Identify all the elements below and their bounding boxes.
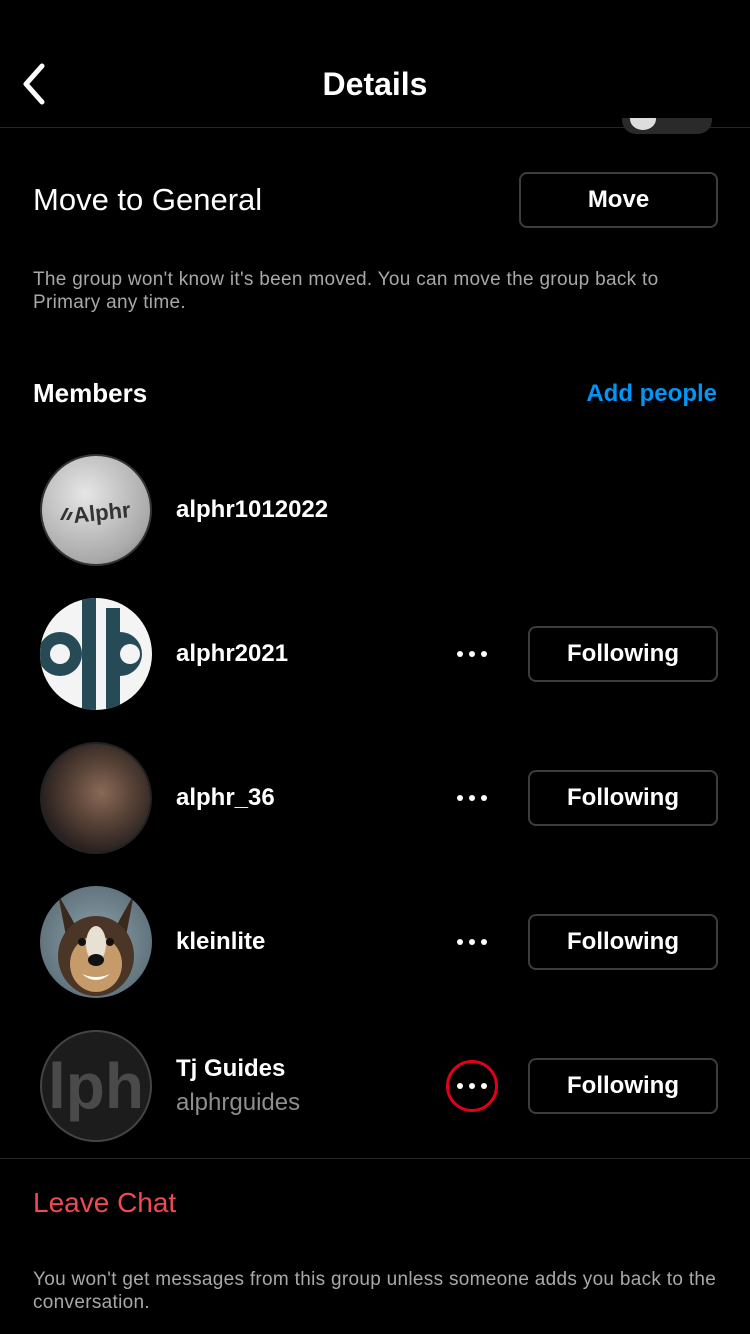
alphr-logo-icon: Alphr	[60, 497, 132, 528]
avatar: lph	[40, 1030, 152, 1142]
add-people-link[interactable]: Add people	[586, 377, 717, 411]
leave-description: You won't get messages from this group u…	[33, 1269, 717, 1313]
move-description: The group won't know it's been moved. Yo…	[33, 269, 659, 313]
more-options-button[interactable]	[446, 916, 498, 968]
svg-text:lph: lph	[48, 1050, 144, 1122]
ellipsis-icon	[457, 939, 487, 945]
member-row[interactable]: alphr_36 Following	[0, 742, 750, 862]
avatar: alp	[40, 598, 152, 710]
more-options-button[interactable]	[446, 772, 498, 824]
member-display-name: Tj Guides	[176, 1055, 286, 1082]
following-button[interactable]: Following	[528, 914, 718, 970]
member-row[interactable]: lph Tj Guides alphrguides Following	[0, 1030, 750, 1150]
following-button[interactable]: Following	[528, 1058, 718, 1114]
move-to-general-label: Move to General	[33, 182, 263, 217]
avatar	[40, 886, 152, 998]
member-username: kleinlite	[176, 928, 266, 955]
member-username: alphrguides	[176, 1089, 301, 1116]
lph-logo-icon: lph	[48, 1050, 144, 1122]
avatar: Alphr	[40, 454, 152, 566]
header-bar: Details	[0, 0, 750, 128]
ellipsis-icon	[457, 795, 487, 801]
svg-text:Alphr: Alphr	[72, 497, 132, 528]
svg-text:alp: alp	[95, 665, 97, 667]
dog-photo-icon	[58, 894, 134, 996]
leave-chat-button[interactable]: Leave Chat	[33, 1184, 176, 1222]
members-heading: Members	[33, 378, 148, 408]
member-username: alphr2021	[176, 640, 289, 667]
ellipsis-icon	[457, 651, 487, 657]
more-options-button[interactable]	[446, 628, 498, 680]
move-button[interactable]: Move	[519, 172, 718, 228]
ellipsis-icon	[457, 1083, 487, 1089]
more-options-button[interactable]	[446, 1060, 498, 1112]
avatar	[40, 742, 152, 854]
following-button[interactable]: Following	[528, 626, 718, 682]
alp-logo-icon: alp	[40, 598, 142, 710]
member-row[interactable]: Alphr alphr1012022	[0, 454, 750, 574]
section-divider	[0, 1158, 750, 1159]
member-row[interactable]: kleinlite Following	[0, 886, 750, 1006]
member-username: alphr1012022	[176, 496, 329, 523]
member-username: alphr_36	[176, 784, 275, 811]
toggle-switch[interactable]	[622, 118, 712, 134]
page-title: Details	[322, 66, 428, 102]
following-button[interactable]: Following	[528, 770, 718, 826]
member-row[interactable]: alp alphr2021 Following	[0, 598, 750, 718]
